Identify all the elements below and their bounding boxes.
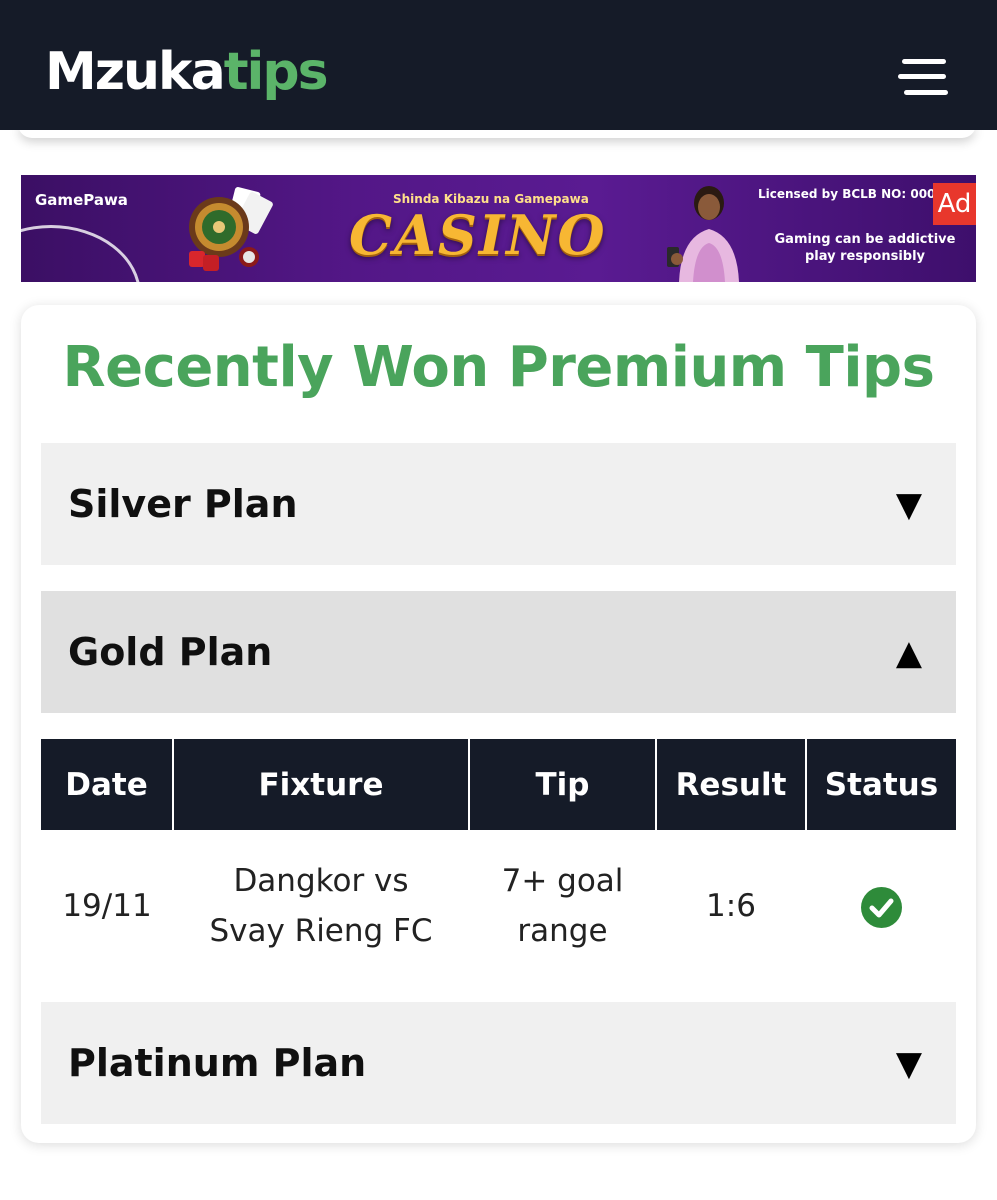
column-header-tip: Tip bbox=[469, 739, 657, 830]
tips-table: Date Fixture Tip Result Status 19/11 Dan… bbox=[41, 739, 956, 980]
premium-tips-card: Recently Won Premium Tips Silver Plan ▼ … bbox=[21, 305, 976, 1143]
site-logo[interactable]: Mzukatips bbox=[45, 42, 329, 102]
plan-label: Platinum Plan bbox=[68, 1041, 367, 1085]
casino-ad-banner[interactable]: GamePawa Shinda Kibazu na Gamepawa CASIN… bbox=[21, 175, 976, 282]
ad-license: Licensed by BCLB NO: 0000 bbox=[758, 187, 944, 201]
caret-up-icon: ▲ bbox=[895, 633, 922, 673]
roulette-cards-icon bbox=[189, 187, 273, 271]
ad-model-image bbox=[667, 186, 739, 282]
check-circle-icon bbox=[860, 887, 902, 928]
column-header-fixture: Fixture bbox=[173, 739, 470, 830]
ad-headline: CASINO bbox=[349, 203, 607, 267]
menu-bar bbox=[904, 90, 948, 95]
plan-accordion-gold[interactable]: Gold Plan ▲ bbox=[41, 591, 956, 713]
column-header-date: Date bbox=[41, 739, 174, 830]
logo-text-primary: Mzuka bbox=[45, 42, 226, 102]
menu-bar bbox=[902, 59, 946, 64]
hamburger-menu-icon[interactable] bbox=[898, 57, 950, 99]
cell-result: 1:6 bbox=[706, 888, 756, 924]
ad-brand: GamePawa bbox=[35, 191, 128, 209]
table-row: 19/11 Dangkor vs Svay Rieng FC 7+ goal r… bbox=[41, 830, 956, 980]
menu-bar bbox=[898, 74, 946, 79]
plan-label: Silver Plan bbox=[68, 482, 298, 526]
plan-accordion-platinum[interactable]: Platinum Plan ▼ bbox=[41, 1002, 956, 1124]
column-header-result: Result bbox=[656, 739, 807, 830]
caret-down-icon: ▼ bbox=[895, 1044, 922, 1084]
table-header-row: Date Fixture Tip Result Status bbox=[41, 739, 956, 830]
plan-accordion-silver[interactable]: Silver Plan ▼ bbox=[41, 443, 956, 565]
section-title: Recently Won Premium Tips bbox=[62, 335, 935, 400]
site-header: Mzukatips bbox=[0, 0, 997, 130]
ad-disclaimer: Gaming can be addictive play responsibly bbox=[774, 232, 956, 264]
cell-date: 19/11 bbox=[62, 888, 152, 924]
plan-label: Gold Plan bbox=[68, 630, 273, 674]
cell-fixture: Dangkor vs Svay Rieng FC bbox=[209, 863, 433, 949]
column-header-status: Status bbox=[806, 739, 956, 830]
cell-status bbox=[806, 830, 956, 980]
ad-decoration bbox=[21, 225, 141, 282]
ad-badge[interactable]: Ad bbox=[933, 183, 976, 225]
cell-tip: 7+ goal range bbox=[501, 863, 624, 949]
logo-text-accent: tips bbox=[223, 42, 329, 102]
caret-down-icon: ▼ bbox=[895, 485, 922, 525]
